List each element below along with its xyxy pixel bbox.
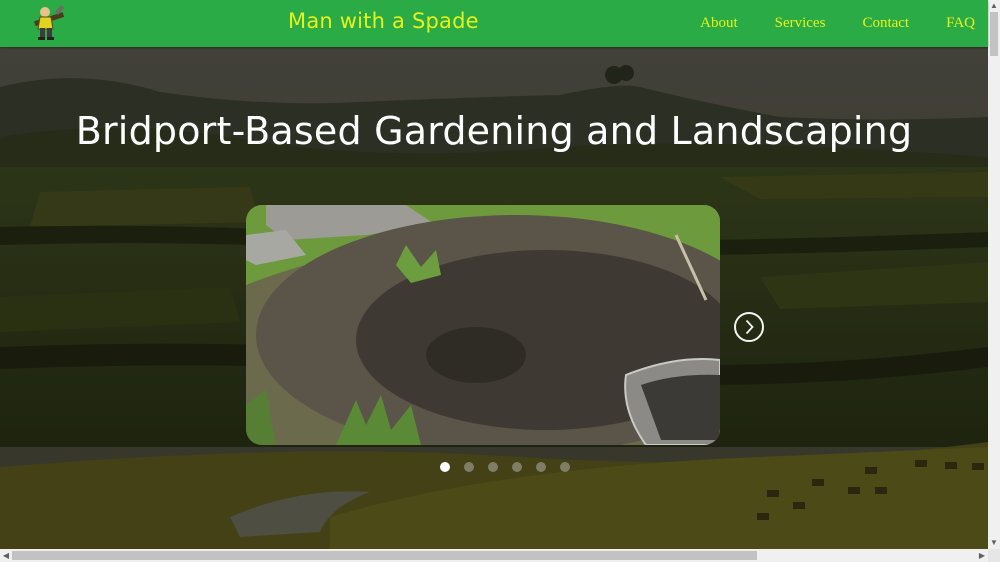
horizontal-scrollbar[interactable]: ◀ ▶ (0, 549, 988, 562)
vertical-scrollbar[interactable]: ▲ ▼ (988, 0, 1000, 549)
gardener-with-spade-icon[interactable] (28, 3, 68, 43)
carousel-indicators (440, 462, 570, 472)
arrow-left-icon[interactable]: ◀ (0, 549, 12, 562)
site-header: Man with a Spade About Services Contact … (0, 0, 988, 47)
hero-heading: Bridport-Based Gardening and Landscaping (75, 109, 913, 153)
carousel-dot-6[interactable] (560, 462, 570, 472)
main-nav: About Services Contact FAQ (663, 15, 975, 32)
nav-link-contact[interactable]: Contact (862, 15, 909, 32)
horizontal-scroll-thumb[interactable] (12, 551, 757, 560)
vertical-scroll-thumb[interactable] (990, 12, 998, 56)
arrow-down-icon[interactable]: ▼ (988, 537, 1000, 549)
nav-link-faq[interactable]: FAQ (946, 15, 975, 32)
dug-pond-hole-photo (246, 205, 720, 445)
carousel-dot-1[interactable] (440, 462, 450, 472)
chevron-right-icon (745, 319, 754, 335)
carousel-next-button[interactable] (734, 312, 764, 342)
carousel-dot-4[interactable] (512, 462, 522, 472)
carousel-slide[interactable] (246, 205, 720, 445)
nav-link-about[interactable]: About (700, 15, 738, 32)
arrow-up-icon[interactable]: ▲ (988, 0, 1000, 12)
hero-section: Bridport-Based Gardening and Landscaping (0, 47, 988, 549)
nav-link-services[interactable]: Services (775, 15, 826, 32)
scrollbar-corner (988, 549, 1000, 562)
carousel-dot-5[interactable] (536, 462, 546, 472)
carousel-dot-3[interactable] (488, 462, 498, 472)
site-title[interactable]: Man with a Spade (288, 9, 479, 33)
arrow-right-icon[interactable]: ▶ (976, 549, 988, 562)
carousel-dot-2[interactable] (464, 462, 474, 472)
